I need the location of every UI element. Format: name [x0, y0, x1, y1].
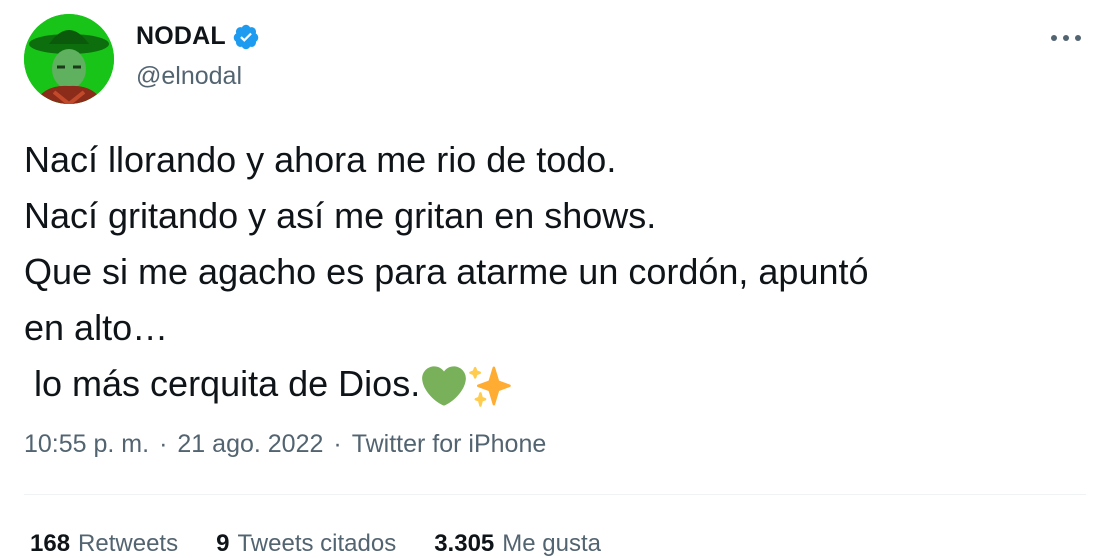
more-dots-icon [1051, 35, 1081, 41]
sparkles-icon [468, 364, 512, 408]
author-name[interactable]: NODAL [136, 22, 226, 51]
meta-separator: · [159, 430, 168, 458]
author-handle[interactable]: @elnodal [136, 62, 242, 91]
tweet-meta: 10:55 p. m. · 21 ago. 2022 · Twitter for… [24, 430, 546, 459]
tweet-line: Que si me agacho es para atarme un cordó… [24, 251, 869, 292]
tweet-line: en alto… [24, 307, 169, 348]
tweet-line: Nací llorando y ahora me rio de todo. [24, 139, 617, 180]
profile-photo-icon [24, 14, 114, 104]
tweet-line: Nací gritando y así me gritan en shows. [24, 195, 657, 236]
green-heart-icon [422, 364, 467, 408]
meta-separator: · [333, 430, 342, 458]
more-options-button[interactable] [1046, 22, 1086, 54]
divider [24, 494, 1086, 495]
tweet-time[interactable]: 10:55 p. m. [24, 430, 149, 459]
tweet-text: Nací llorando y ahora me rio de todo. Na… [24, 132, 1084, 412]
verified-badge-icon [232, 23, 260, 51]
tweet-date[interactable]: 21 ago. 2022 [177, 430, 323, 459]
tweet-line: lo más cerquita de Dios. [24, 363, 421, 404]
avatar[interactable] [24, 14, 114, 104]
tweet-source-link[interactable]: Twitter for iPhone [352, 430, 547, 459]
